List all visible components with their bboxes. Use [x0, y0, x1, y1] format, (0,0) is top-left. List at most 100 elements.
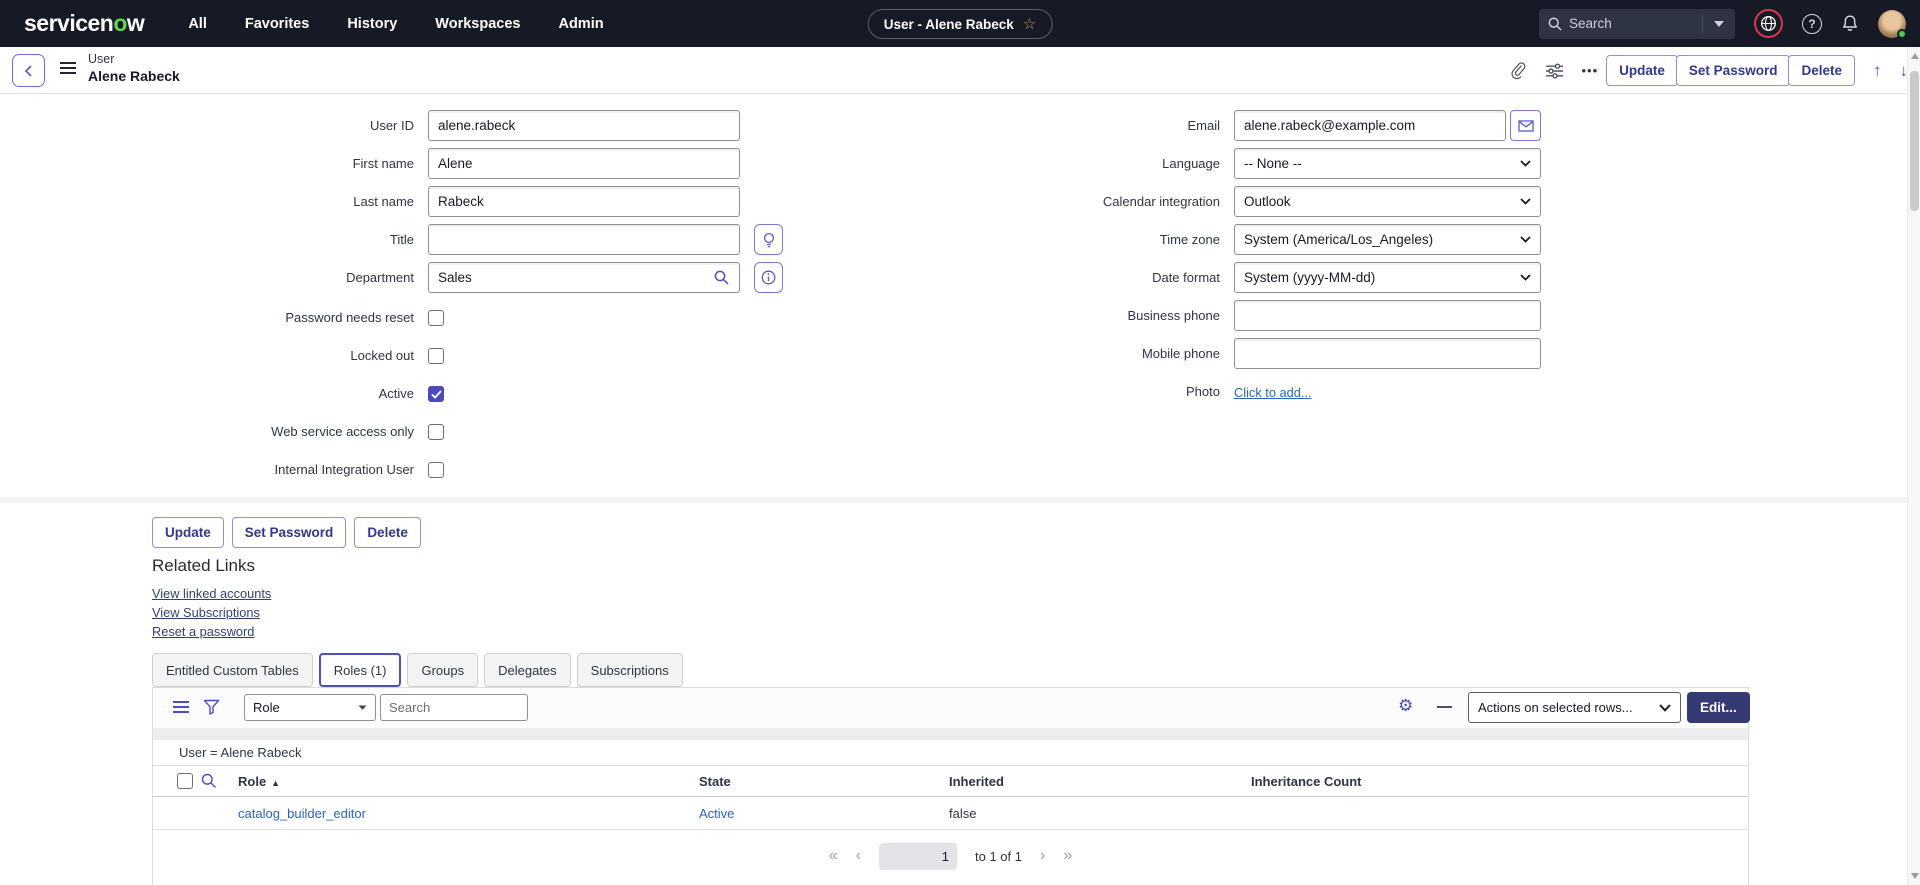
reset-a-password-link[interactable]: Reset a password — [152, 624, 271, 639]
more-options-icon[interactable]: ••• — [1582, 63, 1599, 78]
delete-button[interactable]: Delete — [1788, 55, 1855, 86]
web-service-access-only-label: Web service access only — [271, 424, 414, 439]
next-page-icon[interactable]: › — [1040, 848, 1045, 864]
form-context-menu-icon[interactable] — [60, 62, 76, 77]
context-pill[interactable]: User - Alene Rabeck ☆ — [867, 9, 1053, 39]
business-phone-input[interactable] — [1234, 300, 1541, 331]
user-id-label: User ID — [369, 118, 414, 133]
title-input[interactable] — [428, 224, 740, 255]
last-name-input[interactable] — [428, 186, 740, 217]
send-email-button[interactable] — [1510, 110, 1541, 141]
nav-item-history[interactable]: History — [347, 16, 397, 32]
help-button[interactable]: ? — [1802, 13, 1822, 34]
footer-delete-button[interactable]: Delete — [354, 517, 421, 548]
set-password-button[interactable]: Set Password — [1675, 55, 1791, 86]
tab-subscriptions[interactable]: Subscriptions — [576, 653, 683, 687]
footer-set-password-button[interactable]: Set Password — [231, 517, 347, 548]
global-search — [1539, 8, 1735, 39]
filter-funnel-icon[interactable] — [203, 699, 220, 716]
department-preview-button[interactable] — [754, 262, 783, 293]
back-button[interactable] — [12, 54, 45, 87]
collapse-list-icon[interactable] — [1437, 706, 1452, 708]
favorite-star-icon[interactable]: ☆ — [1023, 15, 1036, 33]
footer-update-button[interactable]: Update — [152, 517, 224, 548]
tab-roles[interactable]: Roles (1) — [318, 653, 402, 687]
internal-integration-user-checkbox[interactable] — [428, 462, 444, 478]
web-service-access-only-checkbox[interactable] — [428, 424, 444, 440]
list-context-menu-icon[interactable] — [173, 701, 189, 716]
servicenow-user-record-page: servicenow All Favorites History Workspa… — [0, 0, 1920, 885]
scroll-down-icon[interactable] — [1911, 873, 1919, 879]
chevron-down-icon — [1520, 274, 1531, 281]
first-name-input[interactable] — [428, 148, 740, 179]
user-id-input[interactable] — [428, 110, 740, 141]
list-search-input[interactable] — [380, 694, 528, 721]
inherited-cell: false — [949, 806, 977, 821]
edit-button[interactable]: Edit... — [1687, 692, 1750, 723]
related-list-tabs: Entitled Custom Tables Roles (1) Groups … — [152, 653, 683, 687]
email-label: Email — [1187, 118, 1220, 133]
nav-item-favorites[interactable]: Favorites — [245, 16, 309, 32]
last-page-icon[interactable]: » — [1063, 848, 1072, 864]
list-search-field-select[interactable]: Role — [244, 694, 376, 721]
language-select[interactable]: -- None -- — [1234, 148, 1541, 179]
state-cell-link[interactable]: Active — [699, 797, 734, 830]
notifications-bell-icon[interactable] — [1841, 14, 1859, 33]
scrollbar-thumb[interactable] — [1910, 71, 1919, 211]
scroll-up-icon[interactable] — [1911, 53, 1919, 59]
user-avatar[interactable] — [1878, 9, 1907, 39]
attachment-paperclip-icon[interactable] — [1509, 61, 1527, 80]
envelope-icon — [1517, 119, 1534, 132]
tab-entitled-custom-tables[interactable]: Entitled Custom Tables — [152, 653, 313, 687]
list-breadcrumb[interactable]: User = Alene Rabeck — [179, 745, 301, 760]
servicenow-logo[interactable]: servicenow — [24, 10, 145, 37]
current-page-input[interactable]: 1 — [879, 842, 957, 870]
tab-delegates[interactable]: Delegates — [484, 653, 571, 687]
email-input[interactable] — [1234, 110, 1506, 141]
nav-item-admin[interactable]: Admin — [558, 16, 603, 32]
globe-icon — [1761, 16, 1776, 31]
active-checkbox[interactable] — [428, 386, 444, 402]
search-icon — [1548, 17, 1562, 31]
column-header-state[interactable]: State — [699, 766, 731, 797]
vertical-scrollbar[interactable] — [1907, 47, 1920, 885]
department-lookup-icon[interactable] — [714, 270, 729, 285]
view-subscriptions-link[interactable]: View Subscriptions — [152, 605, 271, 620]
column-search-icon[interactable] — [201, 773, 217, 789]
department-input[interactable] — [428, 262, 740, 293]
connect-globe-button[interactable] — [1754, 9, 1783, 38]
select-all-checkbox[interactable] — [177, 773, 193, 789]
password-needs-reset-checkbox[interactable] — [428, 310, 444, 326]
personalize-form-sliders-icon[interactable] — [1545, 63, 1564, 79]
table-header-row: Role ▲ State Inherited Inheritance Count — [153, 766, 1748, 797]
search-scope-dropdown[interactable] — [1703, 20, 1735, 27]
mobile-phone-input[interactable] — [1234, 338, 1541, 369]
nav-item-all[interactable]: All — [188, 16, 207, 32]
role-cell-link[interactable]: catalog_builder_editor — [238, 797, 366, 830]
locked-out-checkbox[interactable] — [428, 348, 444, 364]
nav-right-cluster: ? — [1539, 0, 1907, 47]
list-divider-strip — [153, 728, 1748, 740]
column-header-inheritance-count[interactable]: Inheritance Count — [1251, 766, 1362, 797]
nav-item-workspaces[interactable]: Workspaces — [435, 16, 520, 32]
list-settings-gear-icon[interactable]: ⚙ — [1398, 697, 1413, 714]
actions-on-selected-rows-select[interactable]: Actions on selected rows... — [1468, 692, 1681, 723]
view-linked-accounts-link[interactable]: View linked accounts — [152, 586, 271, 601]
column-header-inherited[interactable]: Inherited — [949, 766, 1004, 797]
chevron-down-icon — [1714, 20, 1724, 27]
column-header-role[interactable]: Role ▲ — [238, 766, 280, 799]
previous-record-arrow-icon[interactable]: ↑ — [1873, 61, 1882, 81]
previous-page-icon[interactable]: ‹ — [856, 848, 861, 864]
chevron-down-icon — [1520, 236, 1531, 243]
search-input[interactable] — [1569, 16, 1702, 31]
calendar-integration-select[interactable]: Outlook — [1234, 186, 1541, 217]
time-zone-select[interactable]: System (America/Los_Angeles) — [1234, 224, 1541, 255]
title-label: Title — [389, 232, 414, 247]
info-circle-icon — [761, 270, 776, 285]
first-page-icon[interactable]: « — [829, 848, 838, 864]
update-button[interactable]: Update — [1606, 55, 1678, 86]
date-format-select[interactable]: System (yyyy-MM-dd) — [1234, 262, 1541, 293]
title-suggestion-button[interactable] — [754, 224, 783, 255]
tab-groups[interactable]: Groups — [407, 653, 479, 687]
photo-add-link[interactable]: Click to add... — [1234, 385, 1312, 400]
